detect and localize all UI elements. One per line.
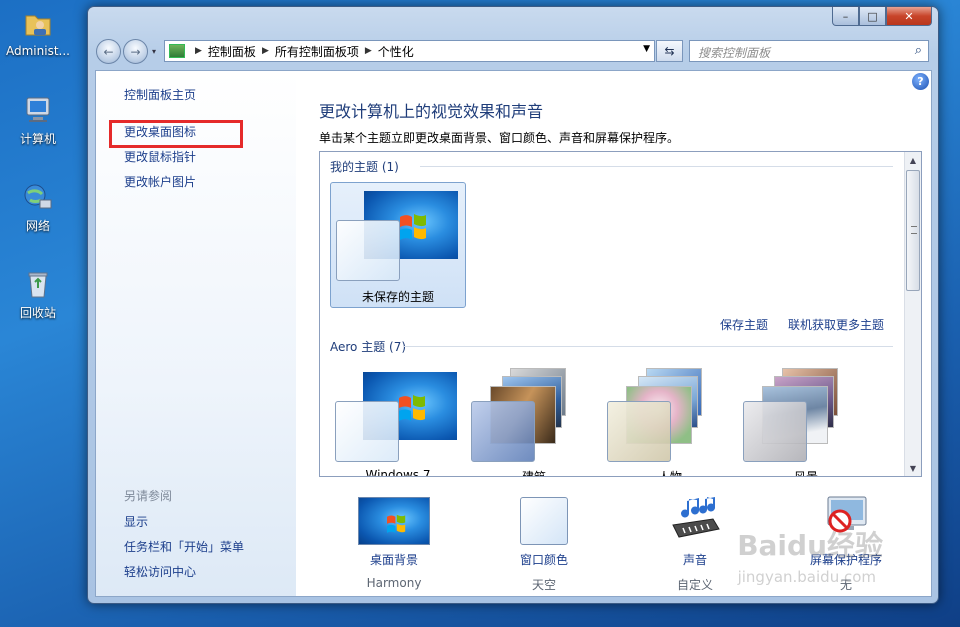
sounds-icon xyxy=(672,497,720,538)
get-more-themes-link[interactable]: 联机获取更多主题 xyxy=(788,316,884,333)
sidebar-link-account-picture[interactable]: 更改帐户图片 xyxy=(124,173,196,190)
setting-label[interactable]: 声音 xyxy=(640,551,750,568)
see-also-heading: 另请参阅 xyxy=(124,489,173,503)
search-placeholder: 搜索控制面板 xyxy=(698,46,771,60)
desktop-icon-administrator[interactable]: Administ... xyxy=(3,8,73,58)
setting-value: Harmony xyxy=(366,576,422,590)
theme-list[interactable]: 我的主题 (1) 未保存的主题 保存主题 联机获取更多主题 Aero 主题 (7… xyxy=(319,151,922,477)
sidebar: 控制面板主页 更改桌面图标 更改鼠标指针 更改帐户图片 另请参阅 显示 任务栏和… xyxy=(96,71,296,596)
recent-pages-dropdown[interactable]: ▾ xyxy=(152,47,156,56)
theme-label: 未保存的主题 xyxy=(361,290,434,304)
theme-list-scrollbar[interactable]: ▲ ▼ xyxy=(904,152,921,476)
breadcrumb-personalization[interactable]: 个性化 xyxy=(378,43,414,60)
breadcrumb-arrow-icon[interactable]: ▶ xyxy=(262,46,269,56)
scrollbar-thumb[interactable] xyxy=(906,170,920,291)
see-also-link-ease-of-access[interactable]: 轻松访问中心 xyxy=(124,563,196,580)
desktop-icon-label: 网络 xyxy=(25,219,50,233)
theme-tile-windows7[interactable]: Windows 7 xyxy=(330,364,466,477)
breadcrumb-arrow-icon[interactable]: ▶ xyxy=(365,46,372,56)
desktop-background-icon xyxy=(358,497,430,545)
setting-desktop-background[interactable]: 桌面背景 Harmony xyxy=(339,497,449,590)
window-color-preview xyxy=(335,401,399,462)
scrollbar-grip xyxy=(911,226,917,234)
theme-tile-architecture[interactable]: 建筑 xyxy=(466,364,602,477)
search-icon[interactable]: ⌕ xyxy=(915,43,922,58)
save-theme-link[interactable]: 保存主题 xyxy=(720,316,768,333)
desktop-icon-label: Administ... xyxy=(6,44,70,58)
user-folder-icon xyxy=(25,15,51,36)
theme-tile-characters[interactable]: 人物 xyxy=(602,364,738,477)
theme-label: 人物 xyxy=(657,470,682,477)
desktop-icon-network[interactable]: 网络 xyxy=(3,181,73,234)
group-divider xyxy=(420,166,893,167)
close-icon: ✕ xyxy=(904,9,914,23)
forward-button[interactable]: → xyxy=(123,39,148,64)
theme-label: 风景 xyxy=(793,470,818,477)
desktop-icon-label: 计算机 xyxy=(19,132,56,146)
setting-window-color[interactable]: 窗口颜色 天空 xyxy=(489,497,599,593)
search-input[interactable]: 搜索控制面板 ⌕ xyxy=(689,40,929,62)
see-also-link-display[interactable]: 显示 xyxy=(124,513,148,530)
back-button[interactable]: ← xyxy=(96,39,121,64)
window-color-preview xyxy=(471,401,535,462)
group-divider xyxy=(404,346,893,347)
forward-arrow-icon: → xyxy=(130,44,141,59)
baidu-watermark: Baidu经验 xyxy=(737,529,883,562)
aero-themes-heading: Aero 主题 (7) xyxy=(330,340,407,354)
breadcrumb-arrow-icon[interactable]: ▶ xyxy=(195,46,202,56)
maximize-button[interactable]: □ xyxy=(859,7,886,26)
window-color-preview xyxy=(336,220,400,281)
theme-tile-unsaved[interactable]: 未保存的主题 xyxy=(330,182,466,308)
theme-tile-landscapes[interactable]: 风景 xyxy=(738,364,874,477)
page-title: 更改计算机上的视觉效果和声音 xyxy=(319,102,544,121)
my-themes-heading: 我的主题 (1) xyxy=(330,160,399,174)
minimize-button[interactable]: – xyxy=(832,7,859,26)
minimize-icon: – xyxy=(842,9,849,23)
page-description: 单击某个主题立即更改桌面背景、窗口颜色、声音和屏幕保护程序。 xyxy=(319,131,680,145)
sidebar-link-mouse-pointers[interactable]: 更改鼠标指针 xyxy=(124,148,196,165)
computer-icon xyxy=(26,97,50,122)
maximize-icon: □ xyxy=(867,9,878,23)
sidebar-link-desktop-icons[interactable]: 更改桌面图标 xyxy=(124,123,196,140)
setting-value: 天空 xyxy=(531,578,556,592)
desktop-icon-label: 回收站 xyxy=(19,306,56,320)
control-panel-icon xyxy=(169,44,185,58)
theme-label: Windows 7 xyxy=(365,468,431,477)
address-dropdown-icon[interactable]: ▼ xyxy=(643,44,650,54)
scroll-up-icon[interactable]: ▲ xyxy=(905,152,921,168)
desktop-icon-computer[interactable]: 计算机 xyxy=(3,94,73,147)
refresh-icon: ⇆ xyxy=(664,44,675,58)
scroll-down-icon[interactable]: ▼ xyxy=(905,460,921,476)
close-button[interactable]: ✕ xyxy=(886,7,932,26)
desktop-icon-recycle-bin[interactable]: 回收站 xyxy=(3,268,73,321)
theme-label: 建筑 xyxy=(521,470,546,477)
refresh-button[interactable]: ⇆ xyxy=(656,40,683,62)
setting-label[interactable]: 窗口颜色 xyxy=(489,551,599,568)
baidu-watermark-url: jingyan.baidu.com xyxy=(737,568,876,586)
back-arrow-icon: ← xyxy=(103,44,114,59)
help-icon: ? xyxy=(917,75,924,88)
window-color-preview xyxy=(607,401,671,462)
see-also-link-taskbar[interactable]: 任务栏和「开始」菜单 xyxy=(124,538,244,555)
help-button[interactable]: ? xyxy=(912,73,929,90)
breadcrumb-control-panel[interactable]: 控制面板 xyxy=(208,43,256,60)
breadcrumb-all-items[interactable]: 所有控制面板项 xyxy=(275,43,359,60)
content-area: 控制面板主页 更改桌面图标 更改鼠标指针 更改帐户图片 另请参阅 显示 任务栏和… xyxy=(95,70,932,597)
address-bar[interactable]: ▶ 控制面板 ▶ 所有控制面板项 ▶ 个性化 ▼ xyxy=(164,40,655,62)
setting-sounds[interactable]: 声音 自定义 xyxy=(640,495,750,593)
navigation-buttons: ← → ▾ xyxy=(96,39,156,64)
sidebar-link-home[interactable]: 控制面板主页 xyxy=(124,86,196,103)
setting-value: 自定义 xyxy=(676,578,713,592)
window-color-preview xyxy=(743,401,807,462)
personalization-window: – □ ✕ ← → ▾ ▶ 控制面板 ▶ 所有控制面板项 ▶ 个性化 ▼ ⇆ 搜… xyxy=(87,6,939,604)
window-color-icon xyxy=(520,497,568,545)
recycle-bin-icon xyxy=(28,272,48,298)
network-icon xyxy=(24,184,52,209)
caption-buttons: – □ ✕ xyxy=(832,7,932,27)
setting-label[interactable]: 桌面背景 xyxy=(339,551,449,568)
